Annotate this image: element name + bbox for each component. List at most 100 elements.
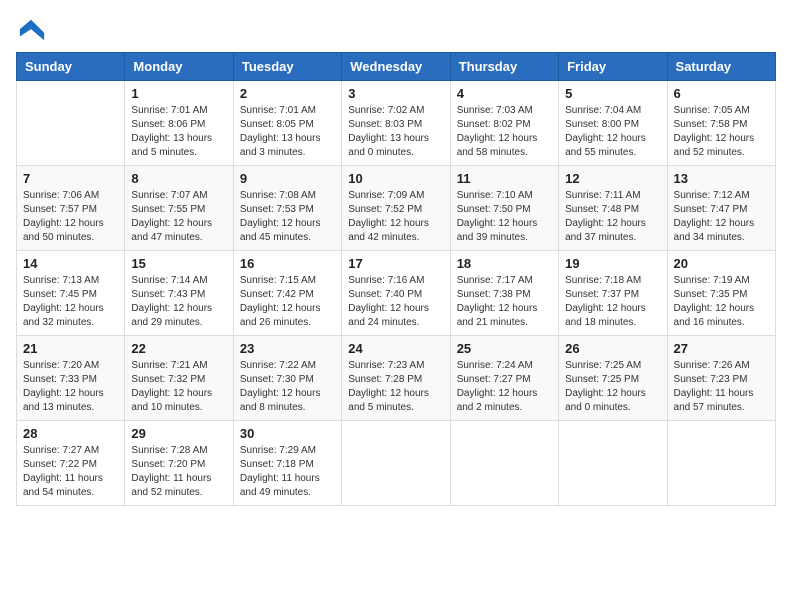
day-info: Sunrise: 7:28 AMSunset: 7:20 PMDaylight:… bbox=[131, 444, 226, 500]
day-info: Sunrise: 7:16 AMSunset: 7:40 PMDaylight:… bbox=[348, 274, 443, 330]
calendar-cell: 3 Sunrise: 7:02 AMSunset: 8:03 PMDaylight… bbox=[342, 81, 450, 166]
day-number: 30 bbox=[240, 426, 335, 441]
day-info: Sunrise: 7:02 AMSunset: 8:03 PMDaylight:… bbox=[348, 104, 443, 160]
logo bbox=[16, 16, 46, 40]
day-info: Sunrise: 7:09 AMSunset: 7:52 PMDaylight:… bbox=[348, 189, 443, 245]
calendar-cell: 18Sunrise: 7:17 AMSunset: 7:38 PMDayligh… bbox=[450, 251, 558, 336]
calendar-cell bbox=[342, 421, 450, 506]
day-info: Sunrise: 7:11 AMSunset: 7:48 PMDaylight:… bbox=[565, 189, 660, 245]
calendar-cell: 28 Sunrise: 7:27 AMSunset: 7:22 PMDayligh… bbox=[17, 421, 125, 506]
day-info: Sunrise: 7:07 AMSunset: 7:55 PMDaylight:… bbox=[131, 189, 226, 245]
day-info: Sunrise: 7:03 AMSunset: 8:02 PMDaylight:… bbox=[457, 104, 552, 160]
weekday-header: Tuesday bbox=[233, 53, 341, 81]
day-number: 25 bbox=[457, 341, 552, 356]
day-info: Sunrise: 7:25 AMSunset: 7:25 PMDaylight:… bbox=[565, 359, 660, 415]
day-number: 1 bbox=[131, 86, 226, 101]
day-info: Sunrise: 7:10 AMSunset: 7:50 PMDaylight:… bbox=[457, 189, 552, 245]
day-info: Sunrise: 7:05 AMSunset: 7:58 PMDaylight:… bbox=[674, 104, 769, 160]
calendar-cell: 13 Sunrise: 7:12 AMSunset: 7:47 PMDayligh… bbox=[667, 166, 775, 251]
calendar-cell: 27 Sunrise: 7:26 AMSunset: 7:23 PMDayligh… bbox=[667, 336, 775, 421]
day-info: Sunrise: 7:26 AMSunset: 7:23 PMDaylight:… bbox=[674, 359, 769, 415]
calendar-cell: 20 Sunrise: 7:19 AMSunset: 7:35 PMDayligh… bbox=[667, 251, 775, 336]
day-info: Sunrise: 7:29 AMSunset: 7:18 PMDaylight:… bbox=[240, 444, 335, 500]
calendar-cell: 21 Sunrise: 7:20 AMSunset: 7:33 PMDayligh… bbox=[17, 336, 125, 421]
day-info: Sunrise: 7:13 AMSunset: 7:45 PMDaylight:… bbox=[23, 274, 118, 330]
day-number: 8 bbox=[131, 171, 226, 186]
calendar-cell: 5 Sunrise: 7:04 AMSunset: 8:00 PMDaylight… bbox=[559, 81, 667, 166]
day-info: Sunrise: 7:01 AMSunset: 8:06 PMDaylight:… bbox=[131, 104, 226, 160]
calendar-cell: 11Sunrise: 7:10 AMSunset: 7:50 PMDayligh… bbox=[450, 166, 558, 251]
calendar-cell: 7Sunrise: 7:06 AMSunset: 7:57 PMDaylight… bbox=[17, 166, 125, 251]
calendar-cell: 24 Sunrise: 7:23 AMSunset: 7:28 PMDayligh… bbox=[342, 336, 450, 421]
calendar-cell: 26 Sunrise: 7:25 AMSunset: 7:25 PMDayligh… bbox=[559, 336, 667, 421]
day-number: 20 bbox=[674, 256, 769, 271]
day-info: Sunrise: 7:01 AMSunset: 8:05 PMDaylight:… bbox=[240, 104, 335, 160]
calendar-cell: 17 Sunrise: 7:16 AMSunset: 7:40 PMDayligh… bbox=[342, 251, 450, 336]
day-info: Sunrise: 7:04 AMSunset: 8:00 PMDaylight:… bbox=[565, 104, 660, 160]
day-number: 3 bbox=[348, 86, 443, 101]
calendar-cell: 19 Sunrise: 7:18 AMSunset: 7:37 PMDayligh… bbox=[559, 251, 667, 336]
calendar-table: SundayMondayTuesdayWednesdayThursdayFrid… bbox=[16, 52, 776, 506]
calendar-week-row: 14 Sunrise: 7:13 AMSunset: 7:45 PMDayligh… bbox=[17, 251, 776, 336]
calendar-cell: 15 Sunrise: 7:14 AMSunset: 7:43 PMDayligh… bbox=[125, 251, 233, 336]
day-number: 6 bbox=[674, 86, 769, 101]
day-number: 17 bbox=[348, 256, 443, 271]
calendar-cell: 29 Sunrise: 7:28 AMSunset: 7:20 PMDayligh… bbox=[125, 421, 233, 506]
day-info: Sunrise: 7:20 AMSunset: 7:33 PMDaylight:… bbox=[23, 359, 118, 415]
day-info: Sunrise: 7:21 AMSunset: 7:32 PMDaylight:… bbox=[131, 359, 226, 415]
calendar-header-row: SundayMondayTuesdayWednesdayThursdayFrid… bbox=[17, 53, 776, 81]
calendar-cell: 2 Sunrise: 7:01 AMSunset: 8:05 PMDaylight… bbox=[233, 81, 341, 166]
day-info: Sunrise: 7:18 AMSunset: 7:37 PMDaylight:… bbox=[565, 274, 660, 330]
calendar-cell: 30 Sunrise: 7:29 AMSunset: 7:18 PMDayligh… bbox=[233, 421, 341, 506]
day-number: 5 bbox=[565, 86, 660, 101]
page-header bbox=[16, 16, 776, 40]
weekday-header: Monday bbox=[125, 53, 233, 81]
weekday-header: Wednesday bbox=[342, 53, 450, 81]
calendar-cell: 4 Sunrise: 7:03 AMSunset: 8:02 PMDaylight… bbox=[450, 81, 558, 166]
calendar-cell: 9 Sunrise: 7:08 AMSunset: 7:53 PMDaylight… bbox=[233, 166, 341, 251]
calendar-cell: 16 Sunrise: 7:15 AMSunset: 7:42 PMDayligh… bbox=[233, 251, 341, 336]
day-number: 27 bbox=[674, 341, 769, 356]
day-number: 16 bbox=[240, 256, 335, 271]
day-info: Sunrise: 7:17 AMSunset: 7:38 PMDaylight:… bbox=[457, 274, 552, 330]
calendar-week-row: 28 Sunrise: 7:27 AMSunset: 7:22 PMDayligh… bbox=[17, 421, 776, 506]
calendar-week-row: 21 Sunrise: 7:20 AMSunset: 7:33 PMDayligh… bbox=[17, 336, 776, 421]
day-number: 24 bbox=[348, 341, 443, 356]
day-number: 21 bbox=[23, 341, 118, 356]
calendar-cell: 8 Sunrise: 7:07 AMSunset: 7:55 PMDaylight… bbox=[125, 166, 233, 251]
day-number: 29 bbox=[131, 426, 226, 441]
calendar-cell: 25 Sunrise: 7:24 AMSunset: 7:27 PMDayligh… bbox=[450, 336, 558, 421]
calendar-cell bbox=[17, 81, 125, 166]
day-number: 14 bbox=[23, 256, 118, 271]
calendar-cell: 22Sunrise: 7:21 AMSunset: 7:32 PMDayligh… bbox=[125, 336, 233, 421]
day-number: 15 bbox=[131, 256, 226, 271]
logo-icon bbox=[18, 16, 46, 44]
day-info: Sunrise: 7:08 AMSunset: 7:53 PMDaylight:… bbox=[240, 189, 335, 245]
day-number: 12 bbox=[565, 171, 660, 186]
day-number: 2 bbox=[240, 86, 335, 101]
weekday-header: Sunday bbox=[17, 53, 125, 81]
calendar-week-row: 7Sunrise: 7:06 AMSunset: 7:57 PMDaylight… bbox=[17, 166, 776, 251]
weekday-header: Saturday bbox=[667, 53, 775, 81]
calendar-cell: 10Sunrise: 7:09 AMSunset: 7:52 PMDayligh… bbox=[342, 166, 450, 251]
day-number: 13 bbox=[674, 171, 769, 186]
day-info: Sunrise: 7:12 AMSunset: 7:47 PMDaylight:… bbox=[674, 189, 769, 245]
calendar-cell: 1 Sunrise: 7:01 AMSunset: 8:06 PMDaylight… bbox=[125, 81, 233, 166]
day-info: Sunrise: 7:15 AMSunset: 7:42 PMDaylight:… bbox=[240, 274, 335, 330]
day-info: Sunrise: 7:24 AMSunset: 7:27 PMDaylight:… bbox=[457, 359, 552, 415]
day-number: 28 bbox=[23, 426, 118, 441]
day-info: Sunrise: 7:23 AMSunset: 7:28 PMDaylight:… bbox=[348, 359, 443, 415]
day-info: Sunrise: 7:19 AMSunset: 7:35 PMDaylight:… bbox=[674, 274, 769, 330]
calendar-week-row: 1 Sunrise: 7:01 AMSunset: 8:06 PMDaylight… bbox=[17, 81, 776, 166]
day-info: Sunrise: 7:14 AMSunset: 7:43 PMDaylight:… bbox=[131, 274, 226, 330]
day-info: Sunrise: 7:27 AMSunset: 7:22 PMDaylight:… bbox=[23, 444, 118, 500]
calendar-cell bbox=[450, 421, 558, 506]
day-number: 23 bbox=[240, 341, 335, 356]
day-number: 19 bbox=[565, 256, 660, 271]
day-number: 4 bbox=[457, 86, 552, 101]
day-number: 26 bbox=[565, 341, 660, 356]
calendar-cell: 12 Sunrise: 7:11 AMSunset: 7:48 PMDayligh… bbox=[559, 166, 667, 251]
day-info: Sunrise: 7:06 AMSunset: 7:57 PMDaylight:… bbox=[23, 189, 118, 245]
day-number: 9 bbox=[240, 171, 335, 186]
calendar-cell: 23Sunrise: 7:22 AMSunset: 7:30 PMDayligh… bbox=[233, 336, 341, 421]
